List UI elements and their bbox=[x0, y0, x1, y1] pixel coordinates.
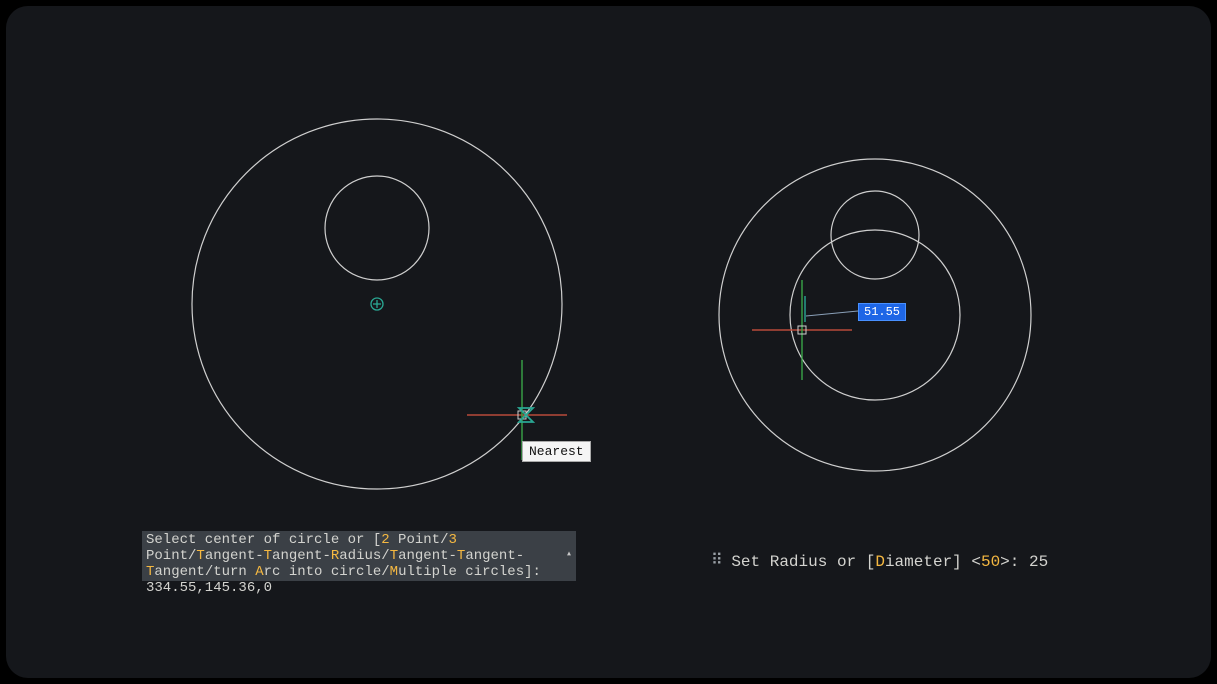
command-expand-icon[interactable]: ▴ bbox=[566, 547, 572, 563]
circle-small-right[interactable] bbox=[831, 191, 919, 279]
circle-inner-left[interactable] bbox=[325, 176, 429, 280]
app-frame: Nearest 51.55 ▴ Select center of circle … bbox=[6, 6, 1211, 678]
rubber-band-line bbox=[806, 311, 858, 316]
crosshair-cursor-right bbox=[752, 280, 852, 380]
osnap-tooltip: Nearest bbox=[522, 441, 591, 462]
command-line-right[interactable]: ⠿ Set Radius or [Diameter] <50>: 25 bbox=[711, 550, 1048, 571]
command-line-left[interactable]: ▴ Select center of circle or [2 Point/3 … bbox=[142, 531, 576, 581]
center-marker-icon bbox=[371, 298, 383, 310]
dynamic-dimension-input[interactable]: 51.55 bbox=[858, 303, 906, 321]
